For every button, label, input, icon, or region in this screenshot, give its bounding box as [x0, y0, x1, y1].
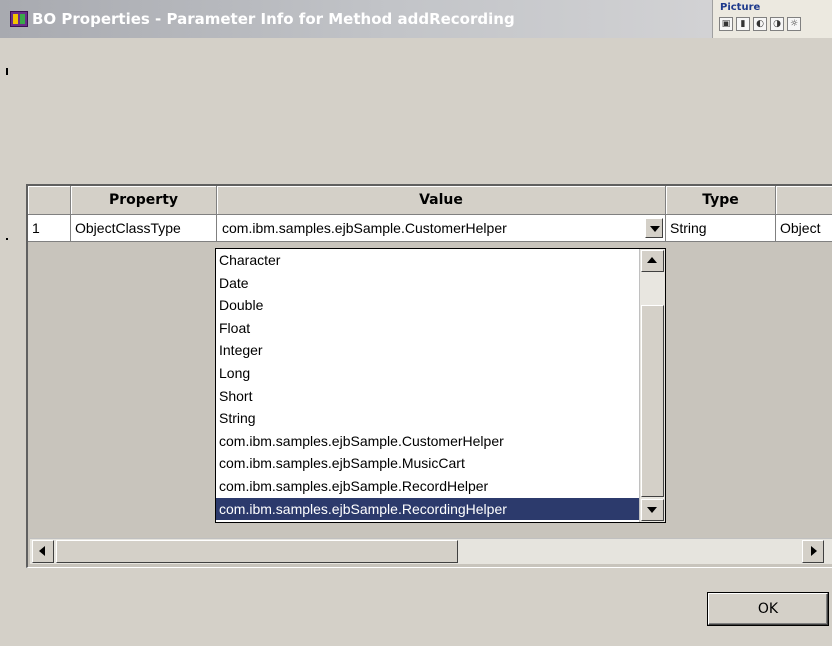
scroll-right-arrow-icon[interactable]: [802, 540, 824, 563]
horizontal-scroll-thumb[interactable]: [56, 540, 458, 563]
scroll-up-arrow-icon[interactable]: [641, 250, 664, 272]
dropdown-option[interactable]: Character: [216, 249, 639, 272]
value-combobox-text: com.ibm.samples.ejbSample.CustomerHelper: [222, 220, 507, 236]
dropdown-option[interactable]: com.ibm.samples.ejbSample.MusicCart: [216, 452, 639, 475]
picture-toolbar: Picture ▣ ▮ ◐ ◑ ☼: [712, 0, 832, 38]
dropdown-option[interactable]: String: [216, 407, 639, 430]
row-number: 1: [28, 215, 71, 242]
extra-cell[interactable]: Object: [776, 215, 832, 242]
app-icon: [10, 11, 28, 27]
value-dropdown-list[interactable]: Character Date Double Float Integer Long…: [215, 248, 666, 523]
dropdown-option[interactable]: com.ibm.samples.ejbSample.RecordHelper: [216, 475, 639, 498]
type-cell[interactable]: String: [666, 215, 776, 242]
dropdown-option[interactable]: Date: [216, 272, 639, 295]
value-combobox[interactable]: com.ibm.samples.ejbSample.CustomerHelper: [217, 215, 666, 242]
dropdown-option[interactable]: Integer: [216, 339, 639, 362]
property-cell[interactable]: ObjectClassType: [71, 215, 217, 242]
dropdown-option-selected[interactable]: com.ibm.samples.ejbSample.RecordingHelpe…: [216, 497, 639, 521]
row-header-corner: [28, 186, 71, 215]
title-bar[interactable]: BO Properties - Parameter Info for Metho…: [0, 0, 712, 38]
column-header-value[interactable]: Value: [217, 186, 666, 215]
window-edge-mark: [6, 68, 8, 75]
contrast-more-icon[interactable]: ◐: [753, 17, 767, 31]
dropdown-scrollbar[interactable]: [639, 249, 665, 522]
contrast-less-icon[interactable]: ◑: [770, 17, 784, 31]
combobox-dropdown-arrow-icon[interactable]: [645, 218, 663, 238]
dropdown-option[interactable]: Float: [216, 317, 639, 340]
window-edge-mark: [6, 238, 8, 240]
grid-horizontal-scrollbar[interactable]: [30, 538, 832, 564]
window-title: BO Properties - Parameter Info for Metho…: [32, 10, 515, 28]
brightness-icon[interactable]: ☼: [787, 17, 801, 31]
dropdown-option[interactable]: Short: [216, 385, 639, 408]
bar-chart-icon[interactable]: ▮: [736, 17, 750, 31]
image-icon[interactable]: ▣: [719, 17, 733, 31]
column-header-type[interactable]: Type: [666, 186, 776, 215]
dropdown-option[interactable]: com.ibm.samples.ejbSample.CustomerHelper: [216, 430, 639, 453]
picture-toolbar-title: Picture: [720, 2, 761, 13]
column-header-property[interactable]: Property: [71, 186, 217, 215]
scroll-left-arrow-icon[interactable]: [32, 540, 54, 563]
dropdown-option[interactable]: Long: [216, 362, 639, 385]
scroll-down-arrow-icon[interactable]: [641, 499, 664, 521]
dropdown-option[interactable]: Double: [216, 294, 639, 317]
column-header-extra[interactable]: [776, 186, 832, 215]
ok-button[interactable]: OK: [708, 593, 828, 625]
scroll-thumb[interactable]: [641, 305, 664, 497]
